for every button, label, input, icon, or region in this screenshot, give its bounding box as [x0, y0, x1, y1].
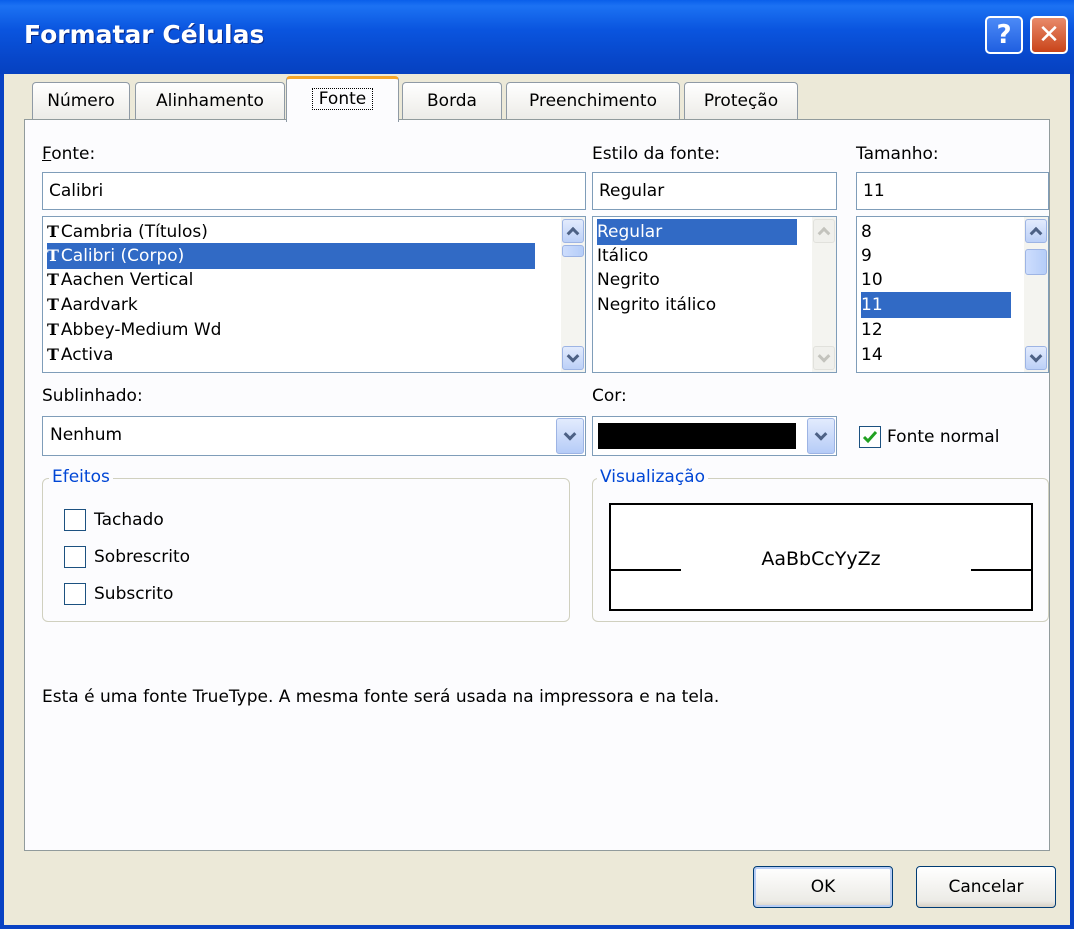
font-list-item[interactable]: T Aardvark — [47, 292, 535, 318]
truetype-icon: T — [47, 270, 59, 289]
color-swatch — [598, 423, 796, 449]
tab-numero[interactable]: Número — [32, 82, 130, 120]
normal-font-label: Fonte normal — [887, 427, 1000, 447]
size-input[interactable]: 11 — [856, 172, 1049, 210]
tab-fonte[interactable]: Fonte — [286, 76, 399, 122]
normal-font-checkbox[interactable] — [859, 426, 881, 448]
chevron-down-icon — [566, 349, 580, 363]
preview-box: AaBbCcYyZz — [609, 503, 1033, 611]
strikethrough-checkbox[interactable] — [64, 509, 86, 531]
color-select[interactable] — [592, 416, 837, 456]
style-list-item-selected[interactable]: Regular — [597, 219, 797, 245]
chevron-down-icon — [817, 349, 831, 363]
tab-alinhamento[interactable]: Alinhamento — [135, 82, 285, 120]
size-list-scrollbar[interactable] — [1024, 217, 1048, 372]
scroll-thumb[interactable] — [562, 245, 584, 257]
truetype-icon: T — [47, 320, 59, 339]
size-label: Tamanho: — [856, 144, 939, 164]
chevron-down-icon — [814, 427, 828, 441]
chevron-up-icon — [1029, 226, 1043, 240]
chevron-up-icon — [817, 226, 831, 240]
size-list-item[interactable]: 10 — [861, 267, 1011, 293]
cancel-button[interactable]: Cancelar — [916, 866, 1056, 908]
underline-select[interactable]: Nenhum — [42, 416, 586, 456]
window-title: Formatar Células — [24, 20, 265, 49]
chevron-down-icon — [1029, 349, 1043, 363]
size-list-item[interactable]: 8 — [861, 219, 1011, 245]
underline-label: Sublinhado: — [42, 386, 143, 406]
underline-value: Nenhum — [50, 425, 123, 445]
style-list-item[interactable]: Itálico — [597, 243, 797, 269]
font-list-item[interactable]: T Abbey-Medium Wd — [47, 317, 535, 343]
scroll-up-button[interactable] — [562, 219, 584, 243]
chevron-up-icon — [566, 226, 580, 240]
tab-protecao[interactable]: Proteção — [684, 82, 798, 120]
font-list-item-selected[interactable]: T Calibri (Corpo) — [47, 243, 535, 269]
font-list-item[interactable]: T Aachen Vertical — [47, 267, 535, 293]
close-button[interactable]: ✕ — [1030, 16, 1068, 54]
underline-dropdown-button[interactable] — [556, 418, 584, 454]
font-input[interactable]: Calibri — [42, 172, 586, 210]
scroll-down-button[interactable] — [562, 346, 584, 370]
tab-preenchimento[interactable]: Preenchimento — [506, 82, 680, 120]
ok-button[interactable]: OK — [753, 866, 893, 908]
checkmark-icon — [862, 431, 878, 444]
font-tab-panel: Fonte: Calibri T Cambria (Títulos) T Calib… — [24, 119, 1050, 851]
style-list-scrollbar[interactable] — [812, 217, 836, 372]
font-label: Fonte: — [42, 144, 96, 164]
size-list[interactable]: 8 9 10 11 12 14 — [856, 216, 1049, 373]
size-list-item-selected[interactable]: 11 — [861, 292, 1011, 318]
subscript-checkbox[interactable] — [64, 583, 86, 605]
info-text: Esta é uma fonte TrueType. A mesma fonte… — [42, 687, 720, 707]
style-label: Estilo da fonte: — [592, 144, 721, 164]
style-list-item[interactable]: Negrito — [597, 267, 797, 293]
scroll-down-button[interactable] — [1025, 346, 1047, 370]
superscript-checkbox[interactable] — [64, 546, 86, 568]
chevron-down-icon — [563, 427, 577, 441]
font-list[interactable]: T Cambria (Títulos) T Calibri (Corpo) T Aac… — [42, 216, 586, 373]
font-list-item[interactable]: T Cambria (Títulos) — [47, 219, 535, 245]
preview-title: Visualização — [597, 467, 708, 487]
size-list-item[interactable]: 9 — [861, 243, 1011, 269]
truetype-icon: T — [47, 345, 59, 364]
scroll-down-button[interactable] — [813, 346, 835, 370]
tab-borda[interactable]: Borda — [402, 82, 502, 120]
truetype-icon: T — [47, 222, 59, 241]
style-list-item[interactable]: Negrito itálico — [597, 292, 797, 318]
scroll-up-button[interactable] — [813, 219, 835, 243]
superscript-label: Sobrescrito — [94, 547, 191, 567]
color-dropdown-button[interactable] — [807, 418, 835, 454]
scroll-up-button[interactable] — [1025, 219, 1047, 243]
style-list[interactable]: Regular Itálico Negrito Negrito itálico — [592, 216, 837, 373]
strikethrough-label: Tachado — [94, 510, 164, 530]
color-label: Cor: — [592, 386, 627, 406]
style-input[interactable]: Regular — [592, 172, 837, 210]
size-list-item[interactable]: 12 — [861, 317, 1011, 343]
scroll-thumb[interactable] — [1025, 249, 1047, 275]
size-list-item[interactable]: 14 — [861, 342, 1011, 368]
font-list-item[interactable]: T Activa — [47, 342, 535, 368]
truetype-icon: T — [47, 246, 59, 265]
subscript-label: Subscrito — [94, 584, 174, 604]
preview-sample: AaBbCcYyZz — [761, 548, 881, 570]
title-bar[interactable]: Formatar Células ? ✕ — [0, 0, 1074, 74]
help-button[interactable]: ? — [985, 16, 1023, 54]
truetype-icon: T — [47, 295, 59, 314]
effects-title: Efeitos — [49, 467, 113, 487]
font-list-scrollbar[interactable] — [561, 217, 585, 372]
